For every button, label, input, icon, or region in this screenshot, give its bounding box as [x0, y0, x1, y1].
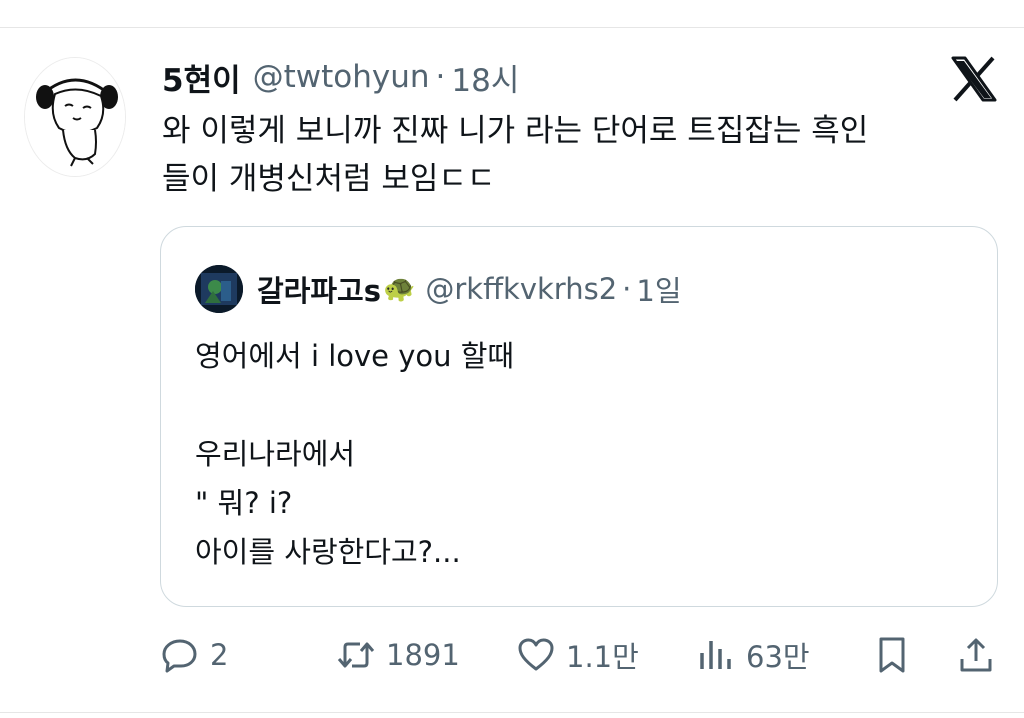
tweet-text: 와 이렇게 보니까 진짜 니가 라는 단어로 트집잡는 흑인 들이 개병신처럼 …: [162, 113, 869, 197]
heart-icon: [516, 635, 556, 675]
quoted-avatar[interactable]: [195, 265, 243, 313]
bottom-divider: [0, 712, 1024, 713]
bookmark-icon: [872, 635, 912, 675]
bookmark-button[interactable]: [872, 632, 912, 678]
share-button[interactable]: [956, 632, 996, 678]
like-count: 1.1만: [566, 640, 639, 674]
views-count: 63만: [746, 640, 810, 674]
x-logo-icon[interactable]: [950, 56, 998, 102]
quoted-tweet-header: 갈라파고s 🐢 @rkffkvkrhs2 · 1일: [195, 265, 682, 313]
turtle-emoji: 🐢: [382, 274, 416, 304]
retweet-button[interactable]: 1891: [336, 632, 460, 678]
retweet-icon: [336, 635, 376, 675]
separator-dot: ·: [435, 59, 446, 95]
quoted-tweet-text: 영어에서 i love you 할때 우리나라에서 " 뭐? i? 아이를 사랑…: [195, 339, 515, 569]
user-handle[interactable]: @twtohyun: [253, 59, 430, 95]
reply-icon: [160, 635, 200, 675]
reply-count: 2: [210, 638, 229, 672]
views-icon: [696, 635, 736, 675]
quoted-user-handle[interactable]: @rkffkvkrhs2: [425, 272, 617, 306]
tweet-header: 5현이 @twtohyun · 18시: [162, 55, 519, 100]
timestamp[interactable]: 18시: [451, 55, 519, 100]
reply-button[interactable]: 2: [160, 632, 228, 678]
share-icon: [956, 635, 996, 675]
top-divider: [0, 27, 1024, 28]
views-button[interactable]: 63만: [696, 632, 810, 678]
avatar-illustration: [25, 58, 125, 176]
like-button[interactable]: 1.1만: [516, 632, 639, 678]
quoted-separator-dot: ·: [622, 272, 632, 306]
action-bar: 2 1891 1.1만 63만: [160, 632, 1000, 678]
quoted-display-name[interactable]: 갈라파고s: [257, 268, 381, 310]
retweet-count: 1891: [386, 638, 460, 672]
quoted-tweet-card[interactable]: 갈라파고s 🐢 @rkffkvkrhs2 · 1일 영어에서 i love yo…: [160, 226, 998, 607]
avatar[interactable]: [24, 57, 126, 177]
quoted-timestamp[interactable]: 1일: [636, 268, 681, 310]
display-name[interactable]: 5현이: [162, 55, 241, 100]
